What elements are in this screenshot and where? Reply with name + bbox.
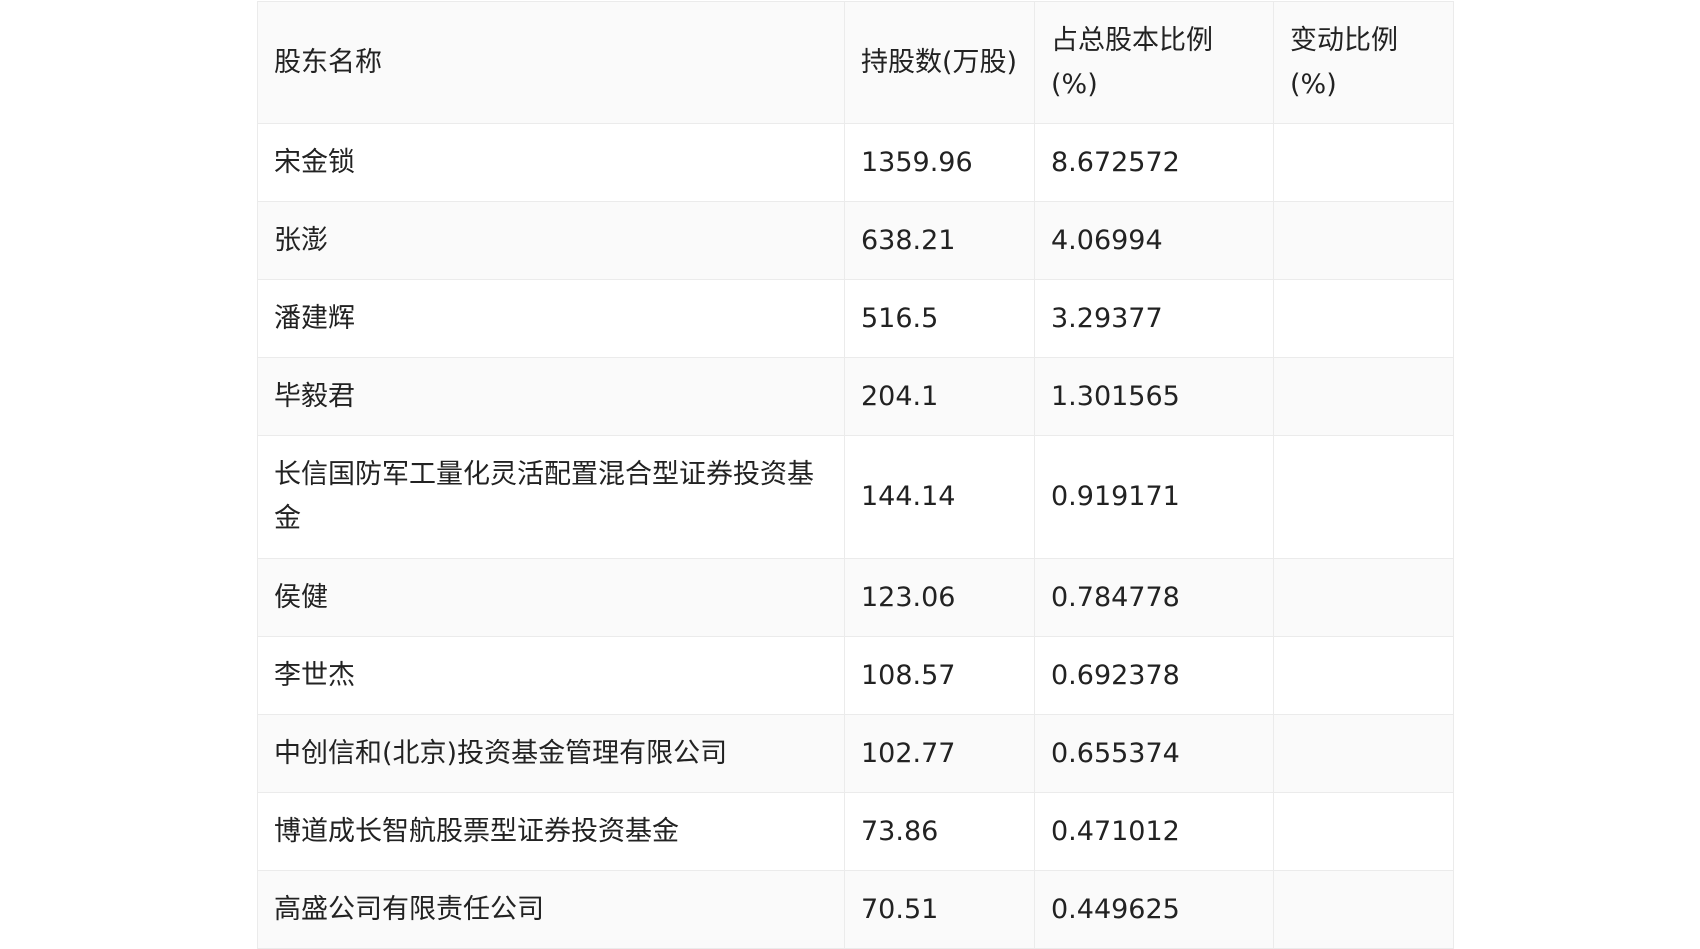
table-row: 张澎 638.21 4.06994	[257, 201, 1454, 280]
header-shareholder-name: 股东名称	[257, 1, 845, 124]
cell-name: 张澎	[257, 201, 845, 280]
cell-name: 博道成长智航股票型证券投资基金	[257, 792, 845, 871]
cell-name: 中创信和(北京)投资基金管理有限公司	[257, 714, 845, 793]
table-row: 侯健 123.06 0.784778	[257, 558, 1454, 637]
cell-shares: 73.86	[844, 792, 1035, 871]
cell-change	[1273, 636, 1454, 715]
cell-shares: 1359.96	[844, 123, 1035, 202]
cell-shares: 144.14	[844, 435, 1035, 559]
table-row: 宋金锁 1359.96 8.672572	[257, 123, 1454, 202]
header-shares: 持股数(万股)	[844, 1, 1035, 124]
cell-change	[1273, 870, 1454, 949]
cell-change	[1273, 123, 1454, 202]
cell-shares: 102.77	[844, 714, 1035, 793]
cell-ratio: 0.919171	[1034, 435, 1274, 559]
cell-shares: 70.51	[844, 870, 1035, 949]
cell-ratio: 0.471012	[1034, 792, 1274, 871]
cell-ratio: 0.784778	[1034, 558, 1274, 637]
shareholder-table-container: 股东名称 持股数(万股) 占总股本比例(%) 变动比例(%) 宋金锁 1359.…	[257, 1, 1454, 949]
cell-shares: 108.57	[844, 636, 1035, 715]
cell-name: 宋金锁	[257, 123, 845, 202]
table-row: 高盛公司有限责任公司 70.51 0.449625	[257, 870, 1454, 949]
table-row: 潘建辉 516.5 3.29377	[257, 279, 1454, 358]
cell-name: 长信国防军工量化灵活配置混合型证券投资基金	[257, 435, 845, 559]
cell-name: 高盛公司有限责任公司	[257, 870, 845, 949]
cell-name: 李世杰	[257, 636, 845, 715]
cell-shares: 516.5	[844, 279, 1035, 358]
table-row: 博道成长智航股票型证券投资基金 73.86 0.471012	[257, 792, 1454, 871]
table-header-row: 股东名称 持股数(万股) 占总股本比例(%) 变动比例(%)	[257, 1, 1454, 124]
cell-ratio: 1.301565	[1034, 357, 1274, 436]
cell-change	[1273, 714, 1454, 793]
cell-ratio: 0.692378	[1034, 636, 1274, 715]
table-row: 长信国防军工量化灵活配置混合型证券投资基金 144.14 0.919171	[257, 435, 1454, 559]
table-row: 中创信和(北京)投资基金管理有限公司 102.77 0.655374	[257, 714, 1454, 793]
cell-name: 潘建辉	[257, 279, 845, 358]
cell-ratio: 8.672572	[1034, 123, 1274, 202]
table-row: 毕毅君 204.1 1.301565	[257, 357, 1454, 436]
cell-name: 侯健	[257, 558, 845, 637]
cell-shares: 123.06	[844, 558, 1035, 637]
cell-change	[1273, 558, 1454, 637]
cell-shares: 204.1	[844, 357, 1035, 436]
header-ratio: 占总股本比例(%)	[1034, 1, 1274, 124]
table-row: 李世杰 108.57 0.692378	[257, 636, 1454, 715]
cell-change	[1273, 279, 1454, 358]
cell-shares: 638.21	[844, 201, 1035, 280]
cell-change	[1273, 201, 1454, 280]
header-change: 变动比例(%)	[1273, 1, 1454, 124]
cell-ratio: 3.29377	[1034, 279, 1274, 358]
cell-name: 毕毅君	[257, 357, 845, 436]
cell-ratio: 0.449625	[1034, 870, 1274, 949]
cell-ratio: 0.655374	[1034, 714, 1274, 793]
shareholder-table: 股东名称 持股数(万股) 占总股本比例(%) 变动比例(%) 宋金锁 1359.…	[257, 1, 1454, 949]
cell-change	[1273, 792, 1454, 871]
cell-change	[1273, 435, 1454, 559]
cell-ratio: 4.06994	[1034, 201, 1274, 280]
cell-change	[1273, 357, 1454, 436]
